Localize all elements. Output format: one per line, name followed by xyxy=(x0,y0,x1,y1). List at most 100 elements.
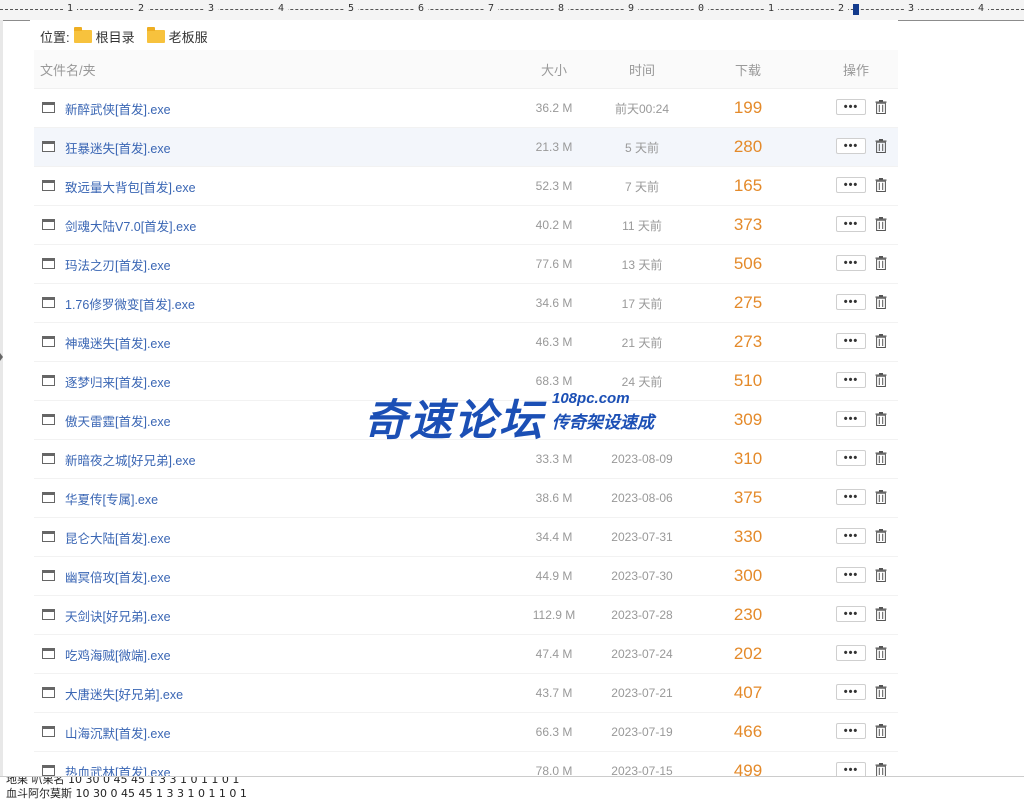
table-row[interactable]: 1.76修罗微变[首发].exe 34.6 M 17 天前 275 ••• xyxy=(34,284,898,323)
table-row[interactable]: 剑魂大陆V7.0[首发].exe 40.2 M 11 天前 373 ••• xyxy=(34,206,898,245)
file-time: 17 天前 xyxy=(621,296,663,311)
more-actions-button[interactable]: ••• xyxy=(836,528,866,544)
more-actions-button[interactable]: ••• xyxy=(836,411,866,427)
file-name-link[interactable]: 天剑诀[好兄弟].exe xyxy=(65,596,171,634)
trash-icon[interactable] xyxy=(875,568,887,582)
trash-icon[interactable] xyxy=(875,451,887,465)
more-actions-button[interactable]: ••• xyxy=(836,645,866,661)
more-actions-button[interactable]: ••• xyxy=(836,489,866,505)
header-actions: 操作 xyxy=(842,62,869,78)
file-name-link[interactable]: 幽冥倍攻[首发].exe xyxy=(65,557,171,595)
more-actions-button[interactable]: ••• xyxy=(836,372,866,388)
file-time: 13 天前 xyxy=(621,257,663,272)
table-row[interactable]: 傲天雷霆[首发].exe 309 ••• xyxy=(34,401,898,440)
table-row[interactable]: 昆仑大陆[首发].exe 34.4 M 2023-07-31 330 ••• xyxy=(34,518,898,557)
file-name-link[interactable]: 吃鸡海贼[微端].exe xyxy=(65,635,171,673)
download-count: 375 xyxy=(733,488,763,507)
ruler-tick-label: 3 xyxy=(204,3,218,14)
trash-icon[interactable] xyxy=(875,490,887,504)
table-row[interactable]: 新醉武侠[首发].exe 36.2 M 前天00:24 199 ••• xyxy=(34,89,898,128)
trash-icon[interactable] xyxy=(875,139,887,153)
trash-icon[interactable] xyxy=(875,178,887,192)
table-row[interactable]: 逐梦归来[首发].exe 68.3 M 24 天前 510 ••• xyxy=(34,362,898,401)
more-actions-button[interactable]: ••• xyxy=(836,567,866,583)
file-name-link[interactable]: 傲天雷霆[首发].exe xyxy=(65,401,171,439)
file-name-link[interactable]: 山海沉默[首发].exe xyxy=(65,713,171,751)
trash-icon[interactable] xyxy=(875,607,887,621)
more-actions-button[interactable]: ••• xyxy=(836,138,866,154)
table-header: 文件名/夹 大小 时间 下载 操作 xyxy=(34,50,898,89)
file-time: 2023-08-06 xyxy=(611,491,673,505)
file-name-link[interactable]: 致远量大背包[首发].exe xyxy=(65,167,196,205)
more-actions-button[interactable]: ••• xyxy=(836,99,866,115)
table-row[interactable]: 狂暴迷失[首发].exe 21.3 M5 天前 280 ••• xyxy=(34,128,898,167)
more-actions-button[interactable]: ••• xyxy=(836,450,866,466)
download-count: 165 xyxy=(733,176,763,195)
more-actions-button[interactable]: ••• xyxy=(836,684,866,700)
file-name-link[interactable]: 大唐迷失[好兄弟].exe xyxy=(65,674,183,712)
file-time: 24 天前 xyxy=(621,374,663,389)
file-icon xyxy=(42,609,55,620)
ruler-tick-label: 1 xyxy=(63,3,77,14)
more-actions-button[interactable]: ••• xyxy=(836,216,866,232)
more-actions-button[interactable]: ••• xyxy=(836,333,866,349)
file-name-link[interactable]: 神魂迷失[首发].exe xyxy=(65,323,171,361)
table-row[interactable]: 山海沉默[首发].exe 66.3 M 2023-07-19 466 ••• xyxy=(34,713,898,752)
file-name-link[interactable]: 1.76修罗微变[首发].exe xyxy=(65,284,195,322)
download-count: 466 xyxy=(733,722,763,741)
more-actions-button[interactable]: ••• xyxy=(836,177,866,193)
table-row[interactable]: 吃鸡海贼[微端].exe 47.4 M 2023-07-24 202 ••• xyxy=(34,635,898,674)
file-name-link[interactable]: 昆仑大陆[首发].exe xyxy=(65,518,171,556)
table-row[interactable]: 神魂迷失[首发].exe 46.3 M 21 天前 273 ••• xyxy=(34,323,898,362)
trash-icon[interactable] xyxy=(875,685,887,699)
file-time: 2023-07-31 xyxy=(611,530,673,544)
more-actions-button[interactable]: ••• xyxy=(836,255,866,271)
more-actions-button[interactable]: ••• xyxy=(836,723,866,739)
file-name-link[interactable]: 逐梦归来[首发].exe xyxy=(65,362,171,400)
trash-icon[interactable] xyxy=(875,256,887,270)
download-count: 199 xyxy=(733,98,763,117)
file-time: 2023-07-24 xyxy=(611,647,673,661)
table-row[interactable]: 大唐迷失[好兄弟].exe 43.7 M 2023-07-21 407 ••• xyxy=(34,674,898,713)
trash-icon[interactable] xyxy=(875,724,887,738)
trash-icon[interactable] xyxy=(875,529,887,543)
file-time: 2023-08-09 xyxy=(611,452,673,466)
trash-icon[interactable] xyxy=(875,295,887,309)
trash-icon[interactable] xyxy=(875,100,887,114)
breadcrumb-current[interactable]: 老板服 xyxy=(169,27,208,46)
file-icon xyxy=(42,414,55,425)
ruler-tick-label: 7 xyxy=(484,3,498,14)
trash-icon[interactable] xyxy=(875,334,887,348)
table-row[interactable]: 致远量大背包[首发].exe 52.3 M7 天前 165 ••• xyxy=(34,167,898,206)
more-actions-button[interactable]: ••• xyxy=(836,294,866,310)
file-name-link[interactable]: 华夏传[专属].exe xyxy=(65,479,158,517)
file-name-link[interactable]: 新醉武侠[首发].exe xyxy=(65,89,171,127)
trash-icon[interactable] xyxy=(875,373,887,387)
download-count: 373 xyxy=(733,215,763,234)
trash-icon[interactable] xyxy=(875,763,887,777)
trash-icon[interactable] xyxy=(875,217,887,231)
more-actions-button[interactable]: ••• xyxy=(836,606,866,622)
file-name-link[interactable]: 剑魂大陆V7.0[首发].exe xyxy=(65,206,196,244)
table-row[interactable]: 天剑诀[好兄弟].exe 112.9 M 2023-07-28 230 ••• xyxy=(34,596,898,635)
table-row[interactable]: 华夏传[专属].exe 38.6 M 2023-08-06 375 ••• xyxy=(34,479,898,518)
ruler-tick-label: 8 xyxy=(554,3,568,14)
file-icon xyxy=(42,375,55,386)
file-name-link[interactable]: 玛法之刃[首发].exe xyxy=(65,245,171,283)
folder-icon xyxy=(146,26,165,43)
trash-icon[interactable] xyxy=(875,412,887,426)
file-name-link[interactable]: 新暗夜之城[好兄弟].exe xyxy=(65,440,196,478)
table-row[interactable]: 新暗夜之城[好兄弟].exe 33.3 M 2023-08-09 310 ••• xyxy=(34,440,898,479)
file-name-link[interactable]: 狂暴迷失[首发].exe xyxy=(65,128,171,166)
table-row[interactable]: 幽冥倍攻[首发].exe 44.9 M 2023-07-30 300 ••• xyxy=(34,557,898,596)
table-row[interactable]: 玛法之刃[首发].exe 77.6 M 13 天前 506 ••• xyxy=(34,245,898,284)
download-count: 230 xyxy=(733,605,763,624)
expand-arrow-icon[interactable] xyxy=(0,353,3,361)
download-count: 202 xyxy=(733,644,763,663)
ruler-dash-line xyxy=(0,9,1024,10)
file-time: 2023-07-19 xyxy=(611,725,673,739)
trash-icon[interactable] xyxy=(875,646,887,660)
download-count: 407 xyxy=(733,683,763,702)
download-count: 273 xyxy=(733,332,763,351)
breadcrumb-root[interactable]: 根目录 xyxy=(96,27,135,46)
